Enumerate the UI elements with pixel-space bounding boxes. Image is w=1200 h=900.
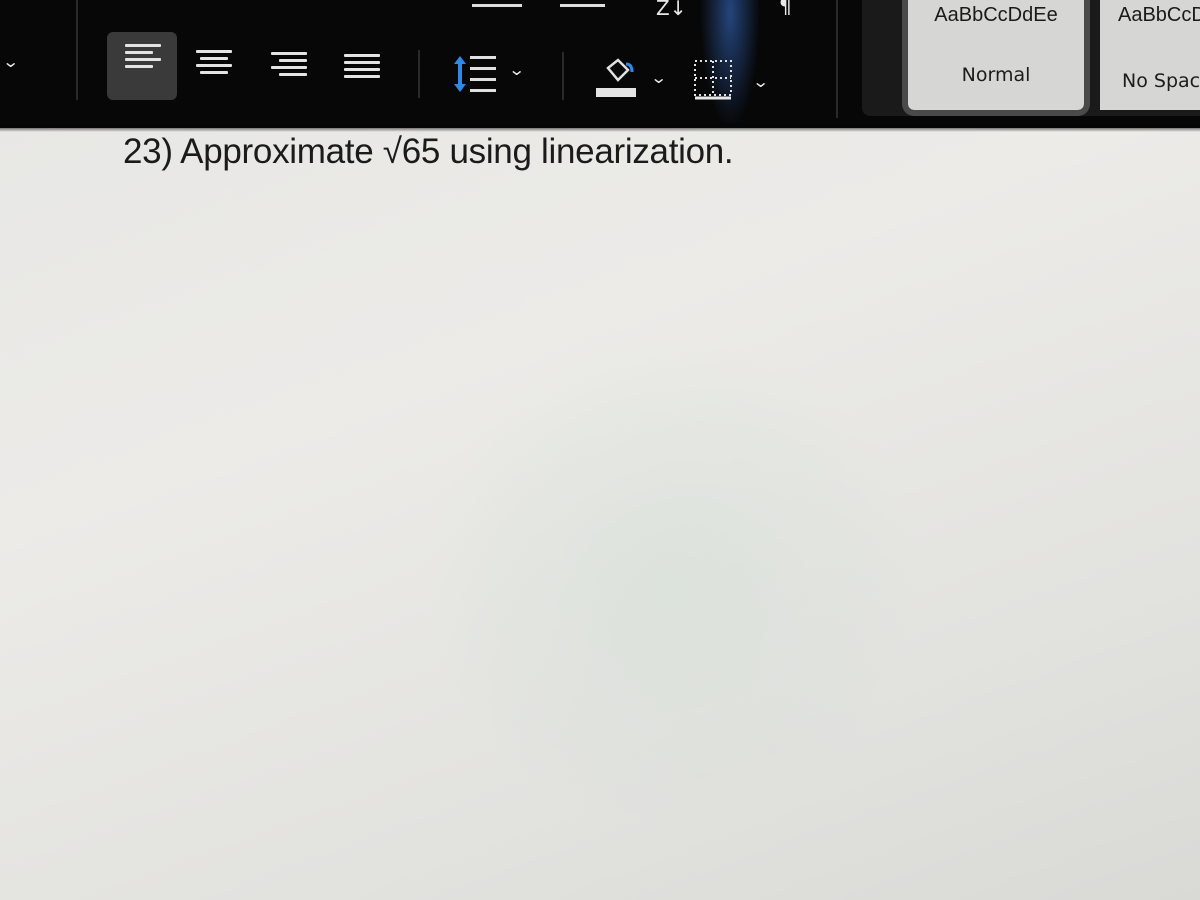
style-sample: AaBbCcDdEe [934,4,1058,26]
show-formatting-icon[interactable]: ¶ [779,0,792,18]
chevron-down-icon[interactable]: ⌄ [650,70,667,86]
shading-button[interactable]: ⌄ [594,56,674,102]
styles-gallery: AaBbCcDdEe Normal AaBbCcDc No Spac [862,0,1200,116]
style-name: Normal [961,64,1031,86]
align-right-button[interactable] [265,42,307,82]
borders-icon [694,60,732,100]
chevron-down-icon[interactable]: ⌄ [508,62,525,78]
divider [418,50,420,98]
ribbon-toolbar: Z↓ ¶ ⌄ ⌄ ⌄ ⌄ AaBbCcDdEe Normal AaBbCcD N… [0,0,1200,132]
justify-icon [344,54,380,82]
align-center-button[interactable] [190,40,232,80]
partial-icon [472,0,522,7]
line-spacing-icon [454,56,496,92]
borders-button[interactable]: ⌄ [692,58,782,102]
paint-bucket-icon [596,58,636,97]
sort-icon[interactable]: Z↓ [656,0,686,20]
align-left-icon [125,44,161,72]
screen-moire [420,330,920,830]
divider [836,0,838,118]
justify-button[interactable] [338,44,380,84]
partial-icon [560,0,605,7]
divider [76,0,78,100]
align-right-icon [271,52,307,80]
chevron-down-icon[interactable]: ⌄ [2,54,19,70]
style-normal[interactable]: AaBbCcDdEe Normal [902,0,1090,116]
style-name: No Spac [1122,70,1200,92]
align-left-button[interactable] [107,32,177,100]
style-sample: AaBbCcDc [1118,4,1200,26]
align-center-icon [196,50,232,78]
style-no-spacing[interactable]: AaBbCcDc No Spac [1100,0,1200,110]
line-spacing-button[interactable]: ⌄ [450,52,530,96]
document-question[interactable]: 23) Approximate √65 using linearization. [123,132,734,172]
divider [562,52,564,100]
chevron-down-icon[interactable]: ⌄ [752,74,769,90]
